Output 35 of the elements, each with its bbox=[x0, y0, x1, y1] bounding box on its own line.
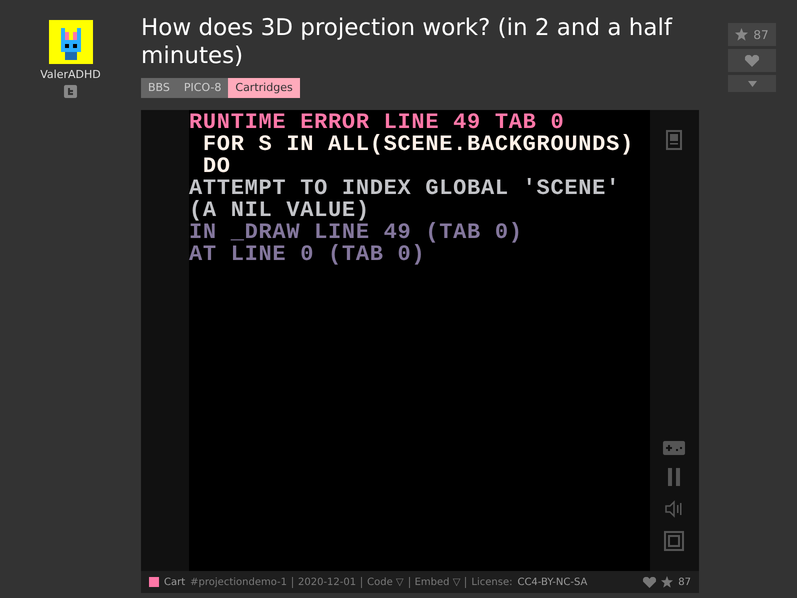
gamepad-icon[interactable] bbox=[663, 439, 685, 455]
cart-info-text: License: bbox=[465, 576, 512, 588]
star-icon bbox=[735, 28, 748, 41]
console-line: DO bbox=[202, 156, 232, 178]
cart-swatch-icon bbox=[149, 577, 159, 587]
star-button[interactable]: 87 bbox=[728, 23, 776, 46]
fullscreen-icon[interactable] bbox=[664, 531, 684, 551]
console-line: RUNTIME ERROR LINE 49 TAB 0 bbox=[189, 112, 564, 134]
console-line: ATTEMPT TO INDEX GLOBAL 'SCENE' bbox=[189, 178, 621, 200]
breadcrumb-link[interactable]: PICO-8 bbox=[176, 78, 228, 98]
twitter-icon[interactable] bbox=[64, 85, 77, 98]
cart-info-text: #projectiondemo-1 bbox=[190, 576, 287, 588]
caret-icon bbox=[748, 80, 756, 86]
more-button[interactable] bbox=[728, 75, 776, 92]
heart-icon bbox=[745, 54, 759, 66]
heart-icon[interactable] bbox=[643, 576, 656, 588]
post-title: How does 3D projection work? (in 2 and a half minutes) bbox=[141, 14, 674, 70]
breadcrumb-link[interactable]: BBS bbox=[141, 78, 177, 98]
star-count: 87 bbox=[678, 576, 691, 588]
star-icon bbox=[661, 576, 674, 588]
cart-info-text[interactable]: Embed ▽ bbox=[408, 576, 460, 588]
cartridge-icon[interactable] bbox=[664, 130, 684, 150]
author-name[interactable]: ValerADHD bbox=[40, 68, 101, 81]
speaker-icon[interactable] bbox=[664, 499, 684, 519]
cart-info-text: 2020-12-01 bbox=[292, 576, 356, 588]
cart-info-text: Cart bbox=[164, 576, 186, 588]
console-line: FOR S IN ALL(SCENE.BACKGROUNDS) bbox=[202, 134, 635, 156]
like-button[interactable] bbox=[728, 49, 776, 72]
console-line: (A NIL VALUE) bbox=[189, 200, 371, 222]
console-line: AT LINE 0 (TAB 0) bbox=[189, 244, 426, 266]
console-line: IN _DRAW LINE 49 (TAB 0) bbox=[189, 222, 524, 244]
cart-info-text[interactable]: Code ▽ bbox=[361, 576, 404, 588]
cart-info-text: CC4-BY-NC-SA bbox=[517, 576, 588, 588]
breadcrumb-link[interactable]: Cartridges bbox=[228, 78, 300, 98]
avatar[interactable] bbox=[48, 20, 92, 64]
